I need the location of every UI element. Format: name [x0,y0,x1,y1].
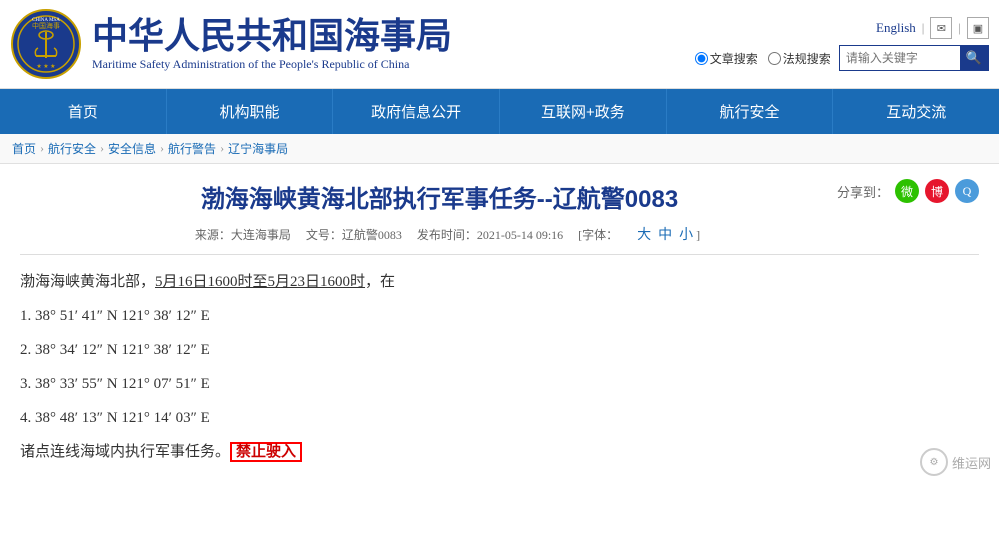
sep-4: › [220,141,224,156]
body-line-3: 2. 38° 34′ 12″ N 121° 38′ 12″ E [20,335,899,365]
article-meta: 来源：大连海事局 文号：辽航警0083 发布时间：2021-05-14 09:1… [20,224,979,255]
mail-icon[interactable]: ✉ [930,17,952,39]
doc-no-text: 文号：辽航警0083 [306,228,402,242]
nav-home[interactable]: 首页 [0,89,167,134]
main-content: 分享到： 微 博 Q 渤海海峡黄海北部执行军事任务--辽航警0083 来源：大连… [0,164,999,486]
share-area: 分享到： 微 博 Q [837,179,979,203]
breadcrumb-safety-info[interactable]: 安全信息 [108,140,156,157]
divider-2: | [958,20,961,36]
radio-article-text: 文章搜索 [710,50,758,67]
article-body: 渤海海峡黄海北部，5月16日1600时至5月23日1600时，在 1. 38° … [20,267,979,467]
body-line-5: 4. 38° 48′ 13″ N 121° 14′ 03″ E [20,403,899,433]
search-area: 文章搜索 法规搜索 🔍 [695,45,989,71]
divider-1: | [922,20,925,36]
top-links: English | ✉ | ▣ [876,17,989,39]
font-size-options: [字体： 大 中 小 ] [578,228,712,242]
nav-gov-info[interactable]: 政府信息公开 [333,89,500,134]
watermark-text: 维运网 [952,453,991,472]
watermark-icon: ⚙ [920,448,948,476]
search-button[interactable]: 🔍 [960,46,988,70]
underline-date: 5月16日1600时至5月23日1600时 [155,274,365,290]
nav-interaction[interactable]: 互动交流 [833,89,999,134]
search-radios: 文章搜索 法规搜索 [695,50,831,67]
search-input[interactable] [840,48,960,68]
header-right: English | ✉ | ▣ 文章搜索 法规搜索 🔍 [695,17,989,71]
breadcrumb: 首页 › 航行安全 › 安全信息 › 航行警告 › 辽宁海事局 [0,134,999,164]
red-box-text: 禁止驶入 [230,442,302,462]
rss-icon[interactable]: ▣ [967,17,989,39]
sep-1: › [40,141,44,156]
header: 中国海事 ★ ★ ★ CHINA MSA 中华人民共和国海事局 Maritime… [0,0,999,89]
breadcrumb-liaoning[interactable]: 辽宁海事局 [228,140,288,157]
nav-bar: 首页 机构职能 政府信息公开 互联网+政务 航行安全 互动交流 [0,89,999,134]
logo-text: 中华人民共和国海事局 Maritime Safety Administratio… [92,16,452,73]
body-line-4: 3. 38° 33′ 55″ N 121° 07′ 51″ E [20,369,899,399]
english-link[interactable]: English [876,20,916,36]
body-line-2: 1. 38° 51′ 41″ N 121° 38′ 12″ E [20,301,899,331]
font-label: [字体： [578,228,618,242]
font-large-link[interactable]: 大 [637,228,651,243]
radio-article-label[interactable]: 文章搜索 [695,50,758,67]
share-qq-button[interactable]: Q [955,179,979,203]
sep-3: › [160,141,164,156]
share-label: 分享到： [837,182,889,201]
radio-law-label[interactable]: 法规搜索 [768,50,831,67]
font-mid-link[interactable]: 中 [658,228,672,243]
nav-safety[interactable]: 航行安全 [667,89,834,134]
nav-internet[interactable]: 互联网+政务 [500,89,667,134]
share-weibo-button[interactable]: 博 [925,179,949,203]
site-title-en: Maritime Safety Administration of the Pe… [92,57,452,72]
body-line-1: 渤海海峡黄海北部，5月16日1600时至5月23日1600时，在 [20,267,899,297]
watermark: ⚙ 维运网 [920,448,991,476]
sep-2: › [100,141,104,156]
site-title-cn: 中华人民共和国海事局 [92,16,452,56]
svg-text:CHINA MSA: CHINA MSA [32,18,60,23]
radio-article[interactable] [695,52,708,65]
radio-law-text: 法规搜索 [783,50,831,67]
breadcrumb-safety[interactable]: 航行安全 [48,140,96,157]
article-title: 渤海海峡黄海北部执行军事任务--辽航警0083 [20,179,979,214]
font-small-link[interactable]: 小 [679,228,693,243]
logo-icon: 中国海事 ★ ★ ★ CHINA MSA [10,8,82,80]
breadcrumb-home[interactable]: 首页 [12,140,36,157]
share-wechat-button[interactable]: 微 [895,179,919,203]
logo-area: 中国海事 ★ ★ ★ CHINA MSA 中华人民共和国海事局 Maritime… [10,8,452,80]
body-line-6: 诸点连线海域内执行军事任务。禁止驶入 [20,437,899,467]
radio-law[interactable] [768,52,781,65]
nav-org[interactable]: 机构职能 [167,89,334,134]
source-text: 来源：大连海事局 [195,228,291,242]
breadcrumb-warning[interactable]: 航行警告 [168,140,216,157]
svg-text:★ ★ ★: ★ ★ ★ [36,63,55,70]
pub-time-text: 发布时间：2021-05-14 09:16 [417,228,563,242]
search-box: 🔍 [839,45,989,71]
